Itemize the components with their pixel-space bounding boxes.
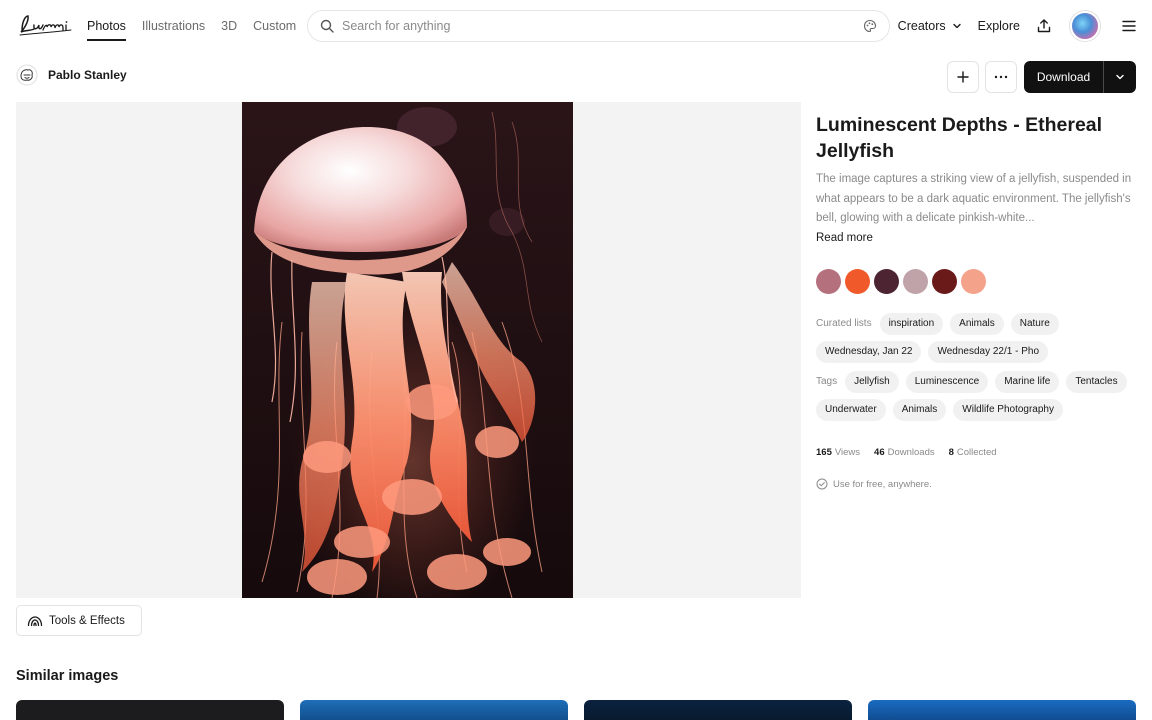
tab-custom[interactable]: Custom [253,0,296,52]
color-swatch[interactable] [816,269,841,294]
lummi-logo[interactable] [16,10,74,40]
nav-right: Creators Explore [898,0,1136,52]
chevron-down-icon [1116,74,1124,80]
views-stat: 165 Views [816,447,861,458]
color-swatch[interactable] [932,269,957,294]
author-name: Pablo Stanley [48,68,127,82]
download-button-group: Download [1024,61,1136,93]
explore-link[interactable]: Explore [978,19,1020,33]
more-options-button[interactable] [985,61,1017,93]
tools-effects-label: Tools & Effects [49,614,125,627]
tag-chip[interactable]: Tentacles [1066,371,1127,393]
read-more-link[interactable]: Read more [816,232,873,244]
search-bar[interactable] [307,10,890,42]
license-note: Use for free, anywhere. [816,478,932,490]
tags: Tags Jellyfish Luminescence Marine life … [816,371,1146,427]
top-nav: Photos Illustrations 3D Custom Creators … [0,0,1152,52]
tag-chip[interactable]: Underwater [816,399,886,421]
image-title: Luminescent Depths - Ethereal Jellyfish [816,114,1103,162]
menu-icon[interactable] [1122,20,1136,32]
similar-image-thumb[interactable] [868,700,1136,720]
chevron-down-icon [952,23,961,29]
check-circle-icon [816,478,828,490]
jellyfish-photo[interactable] [242,102,573,598]
curated-lists-label: Curated lists [816,318,872,329]
similar-images-heading: Similar images [16,668,119,684]
add-to-collection-button[interactable] [947,61,979,93]
ellipsis-icon [994,75,1008,79]
tab-3d[interactable]: 3D [221,0,237,52]
curated-lists: Curated lists inspiration Animals Nature… [816,313,1146,369]
tag-chip[interactable]: Animals [892,399,947,421]
tag-chip[interactable]: Jellyfish [845,371,899,393]
upload-icon[interactable] [1036,18,1052,34]
license-text: Use for free, anywhere. [833,478,932,490]
tag-chip[interactable]: Marine life [995,371,1060,393]
curated-chip[interactable]: Wednesday, Jan 22 [816,341,922,363]
curated-chip[interactable]: Nature [1010,313,1059,335]
rainbow-icon [27,615,43,626]
tab-illustrations[interactable]: Illustrations [142,0,205,52]
author-avatar-icon [16,64,38,86]
search-input[interactable] [342,19,863,33]
download-button[interactable]: Download [1024,70,1103,84]
similar-image-thumb[interactable] [584,700,852,720]
search-icon [320,19,334,33]
author-row[interactable]: Pablo Stanley [16,64,127,86]
downloads-stat: 46 Downloads [874,447,935,458]
tools-effects-button[interactable]: Tools & Effects [16,605,142,636]
download-options-button[interactable] [1104,61,1136,93]
collected-stat: 8 Collected [948,447,997,458]
tag-chip[interactable]: Wildlife Photography [953,399,1063,421]
color-palette [816,269,986,294]
category-tabs: Photos Illustrations 3D Custom [87,0,312,52]
curated-chip[interactable]: inspiration [879,313,944,335]
user-avatar[interactable] [1070,11,1100,41]
palette-icon[interactable] [863,19,877,33]
similar-image-thumb[interactable] [300,700,568,720]
curated-chip[interactable]: Animals [950,313,1004,335]
tab-photos[interactable]: Photos [87,0,126,52]
creators-label: Creators [897,19,946,33]
image-stats: 165 Views 46 Downloads 8 Collected [816,447,997,458]
color-swatch[interactable] [874,269,899,294]
tag-chip[interactable]: Luminescence [905,371,989,393]
tags-label: Tags [816,376,838,387]
similar-image-thumb[interactable] [16,700,284,720]
image-stage [16,102,801,598]
color-swatch[interactable] [903,269,928,294]
image-description: The image captures a striking view of a … [816,173,1132,224]
color-swatch[interactable] [961,269,986,294]
plus-icon [957,71,969,83]
curated-chip[interactable]: Wednesday 22/1 - Pho [928,341,1049,363]
creators-menu[interactable]: Creators [898,19,962,33]
color-swatch[interactable] [845,269,870,294]
